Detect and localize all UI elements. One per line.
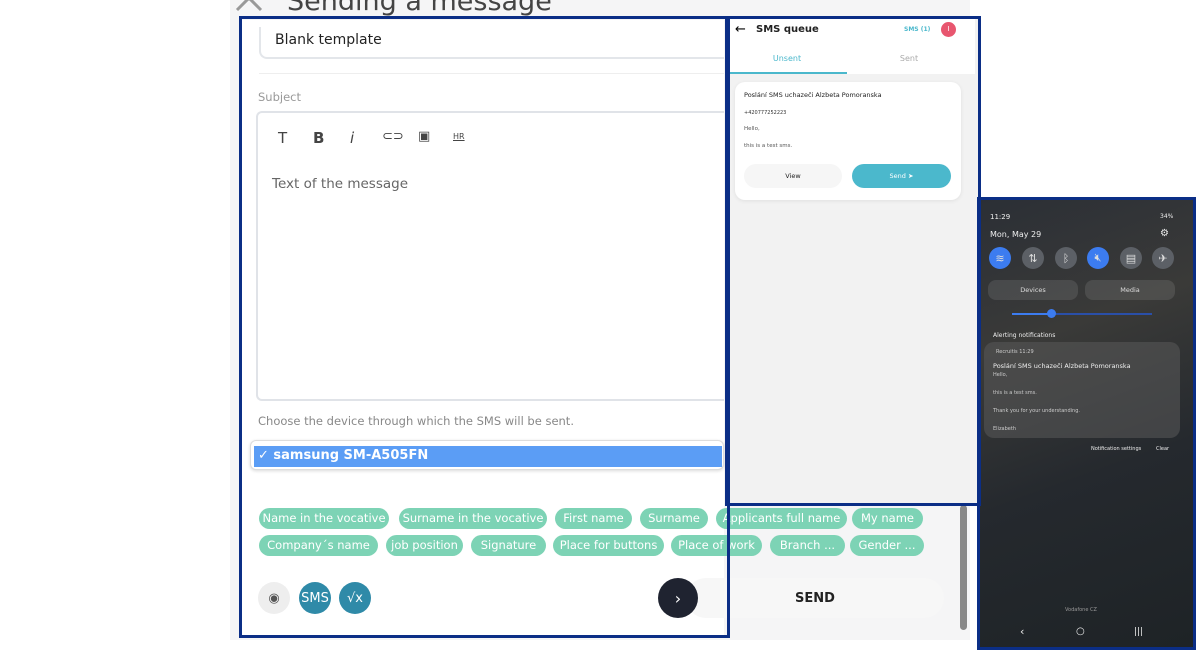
nav-back-icon[interactable]: ‹ [1020,625,1024,638]
bold-button[interactable]: B [313,129,324,147]
scrollbar[interactable] [960,505,967,630]
placeholder-chip[interactable]: Signature [471,535,546,556]
sms-card-title: Poslání SMS uchazeči Alzbeta Pomoranska [744,91,882,99]
placeholder-chip[interactable]: Company´s name [259,535,378,556]
airplane-icon[interactable]: ✈ [1152,247,1174,269]
data-toggle-icon[interactable]: ⇅ [1022,247,1044,269]
sms-card-line: Hello, [744,126,760,132]
device-label: Choose the device through which the SMS … [258,414,574,428]
placeholder-chip[interactable]: job position [386,535,463,556]
battery-level: 34% [1160,213,1174,220]
alerting-label: Alerting notifications [993,332,1056,339]
sms-card: Poslání SMS uchazeči Alzbeta Pomoranska … [735,82,961,200]
placeholder-chip[interactable]: Surname in the vocative [399,508,547,529]
notification-line: Thank you for your understanding. [993,408,1080,414]
subject-label: Subject [258,90,301,104]
placeholder-chip[interactable]: Applicants full name [716,508,847,529]
placeholder-chip[interactable]: Surname [640,508,708,529]
send-sms-button[interactable]: Send ➤ [852,164,951,188]
text-style-button[interactable]: T [278,129,287,147]
link-icon[interactable]: ⊂⊃ [382,129,404,144]
bluetooth-icon[interactable]: ᛒ [1055,247,1077,269]
sms-card-phone: +420777252223 [744,110,787,116]
view-button[interactable]: View [744,164,842,188]
template-select[interactable]: Blank template [259,27,724,59]
brightness-fill [1012,313,1052,315]
avatar[interactable]: I [941,22,956,37]
notification-settings-button[interactable]: Notification settings [1091,446,1141,452]
sms-queue-title: SMS queue [756,24,819,35]
clear-button[interactable]: Clear [1156,446,1169,452]
date: Mon, May 29 [990,230,1042,239]
wifi-icon[interactable]: ≋ [989,247,1011,269]
notification-line: Hello, [993,372,1008,378]
image-icon[interactable]: ▣ [418,129,430,144]
sms-button[interactable]: SMS [299,582,331,614]
brightness-handle[interactable] [1047,309,1056,318]
placeholder-chip[interactable]: Place of work [671,535,762,556]
chevron-up-icon[interactable] [234,0,264,14]
sms-queue-header: ← SMS queue SMS (1) I Unsent Sent [727,18,975,74]
notification-line: this is a test sms. [993,390,1037,396]
nfc-icon[interactable]: ▤ [1120,247,1142,269]
notification-card[interactable]: Recruitis 11:29 Poslání SMS uchazeči Alz… [984,342,1180,438]
placeholder-chip[interactable]: First name [555,508,632,529]
sms-count-badge[interactable]: SMS (1) [904,26,930,33]
devices-button[interactable]: Devices [988,280,1078,300]
sms-card-line: this is a test sms. [744,143,793,149]
mute-icon[interactable]: 🔇︎ [1087,247,1109,269]
gear-icon[interactable]: ⚙ [1160,228,1169,239]
message-body-placeholder[interactable]: Text of the message [272,176,408,192]
formula-button[interactable]: √x [339,582,371,614]
back-arrow-icon[interactable]: ← [735,22,746,37]
italic-button[interactable]: i [350,129,354,147]
nav-home-icon[interactable]: ○ [1076,626,1085,637]
placeholder-chip[interactable]: Name in the vocative [259,508,389,529]
tab-unsent[interactable]: Unsent [727,54,847,63]
phone-notification-shade: 11:29 34% Mon, May 29 ⚙ ≋ ⇅ ᛒ 🔇︎ ▤ ✈ Dev… [980,200,1193,648]
device-option-selected[interactable]: ✓ samsung SM-A505FN [254,446,722,467]
send-button[interactable]: SEND [686,578,944,618]
divider [259,73,724,74]
placeholder-chip[interactable]: My name [852,508,923,529]
status-time: 11:29 [990,213,1011,221]
chevron-right-icon[interactable]: › [658,578,698,618]
notification-line: Elizabeth [993,426,1017,432]
page-title: Sending a message [287,0,552,17]
message-editor[interactable]: T B i ⊂⊃ ▣ HR [256,111,724,401]
hr-button[interactable]: HR [453,132,465,141]
placeholder-chip[interactable]: Branch ... [770,535,845,556]
notification-title: Poslání SMS uchazeči Alzbeta Pomoranska [993,362,1131,370]
tab-sent[interactable]: Sent [849,54,969,63]
placeholder-chip[interactable]: Place for buttons [553,535,664,556]
placeholder-chip[interactable]: Gender ... [850,535,924,556]
carrier: Vodafone CZ [1065,607,1097,613]
tab-indicator [727,72,847,74]
media-button[interactable]: Media [1085,280,1175,300]
eye-icon[interactable]: ◉ [258,582,290,614]
nav-recents-icon[interactable]: ||| [1134,627,1143,637]
